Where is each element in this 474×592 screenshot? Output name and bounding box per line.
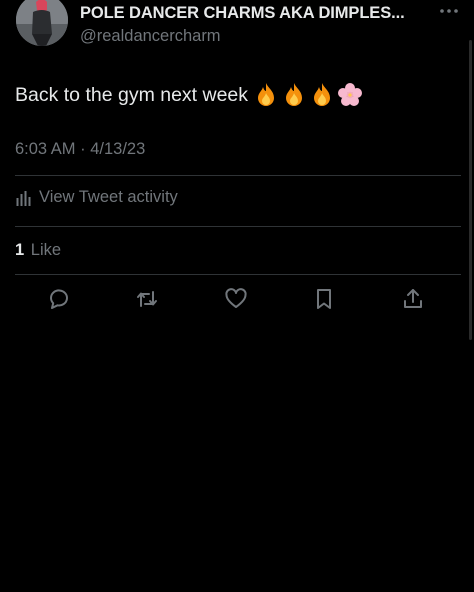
fire-icon [286,83,303,106]
view-tweet-activity-label: View Tweet activity [39,188,178,206]
avatar[interactable] [16,0,68,46]
fire-icon [258,83,275,106]
cherry-blossom-icon [338,83,363,106]
heart-icon [225,288,247,308]
divider [15,226,461,227]
author-handle[interactable]: @realdancercharm [80,27,221,46]
likes-count: 1 [15,241,25,259]
more-horizontal-icon[interactable] [438,4,460,18]
fire-icon [314,83,331,106]
like-button[interactable] [223,286,249,312]
tweet-header: POLE DANCER CHARMS AKA DIMPLES... @reald… [0,0,474,56]
tweet-action-bar [0,286,474,318]
share-button[interactable] [400,286,426,312]
view-tweet-activity-link[interactable]: View Tweet activity [15,188,178,207]
tweet-text-content: Back to the gym next week [15,83,249,106]
divider [15,274,461,275]
divider [15,175,461,176]
tweet-timestamp[interactable]: 6:03 AM · 4/13/23 [15,140,145,159]
retweet-button[interactable] [134,286,160,312]
author-display-name[interactable]: POLE DANCER CHARMS AKA DIMPLES... [80,4,405,23]
bookmark-icon [317,289,331,309]
tweet-emojis [254,82,366,108]
reply-button[interactable] [46,286,72,312]
bookmark-button[interactable] [311,286,337,312]
retweet-icon [137,291,157,307]
bar-chart-icon [16,190,31,206]
likes-label: Like [30,241,62,259]
tweet-text: Back to the gym next week [15,82,366,108]
reply-bubble-icon [49,289,68,309]
likes-link[interactable]: 1 Like [15,241,61,260]
share-upload-icon [404,289,422,308]
